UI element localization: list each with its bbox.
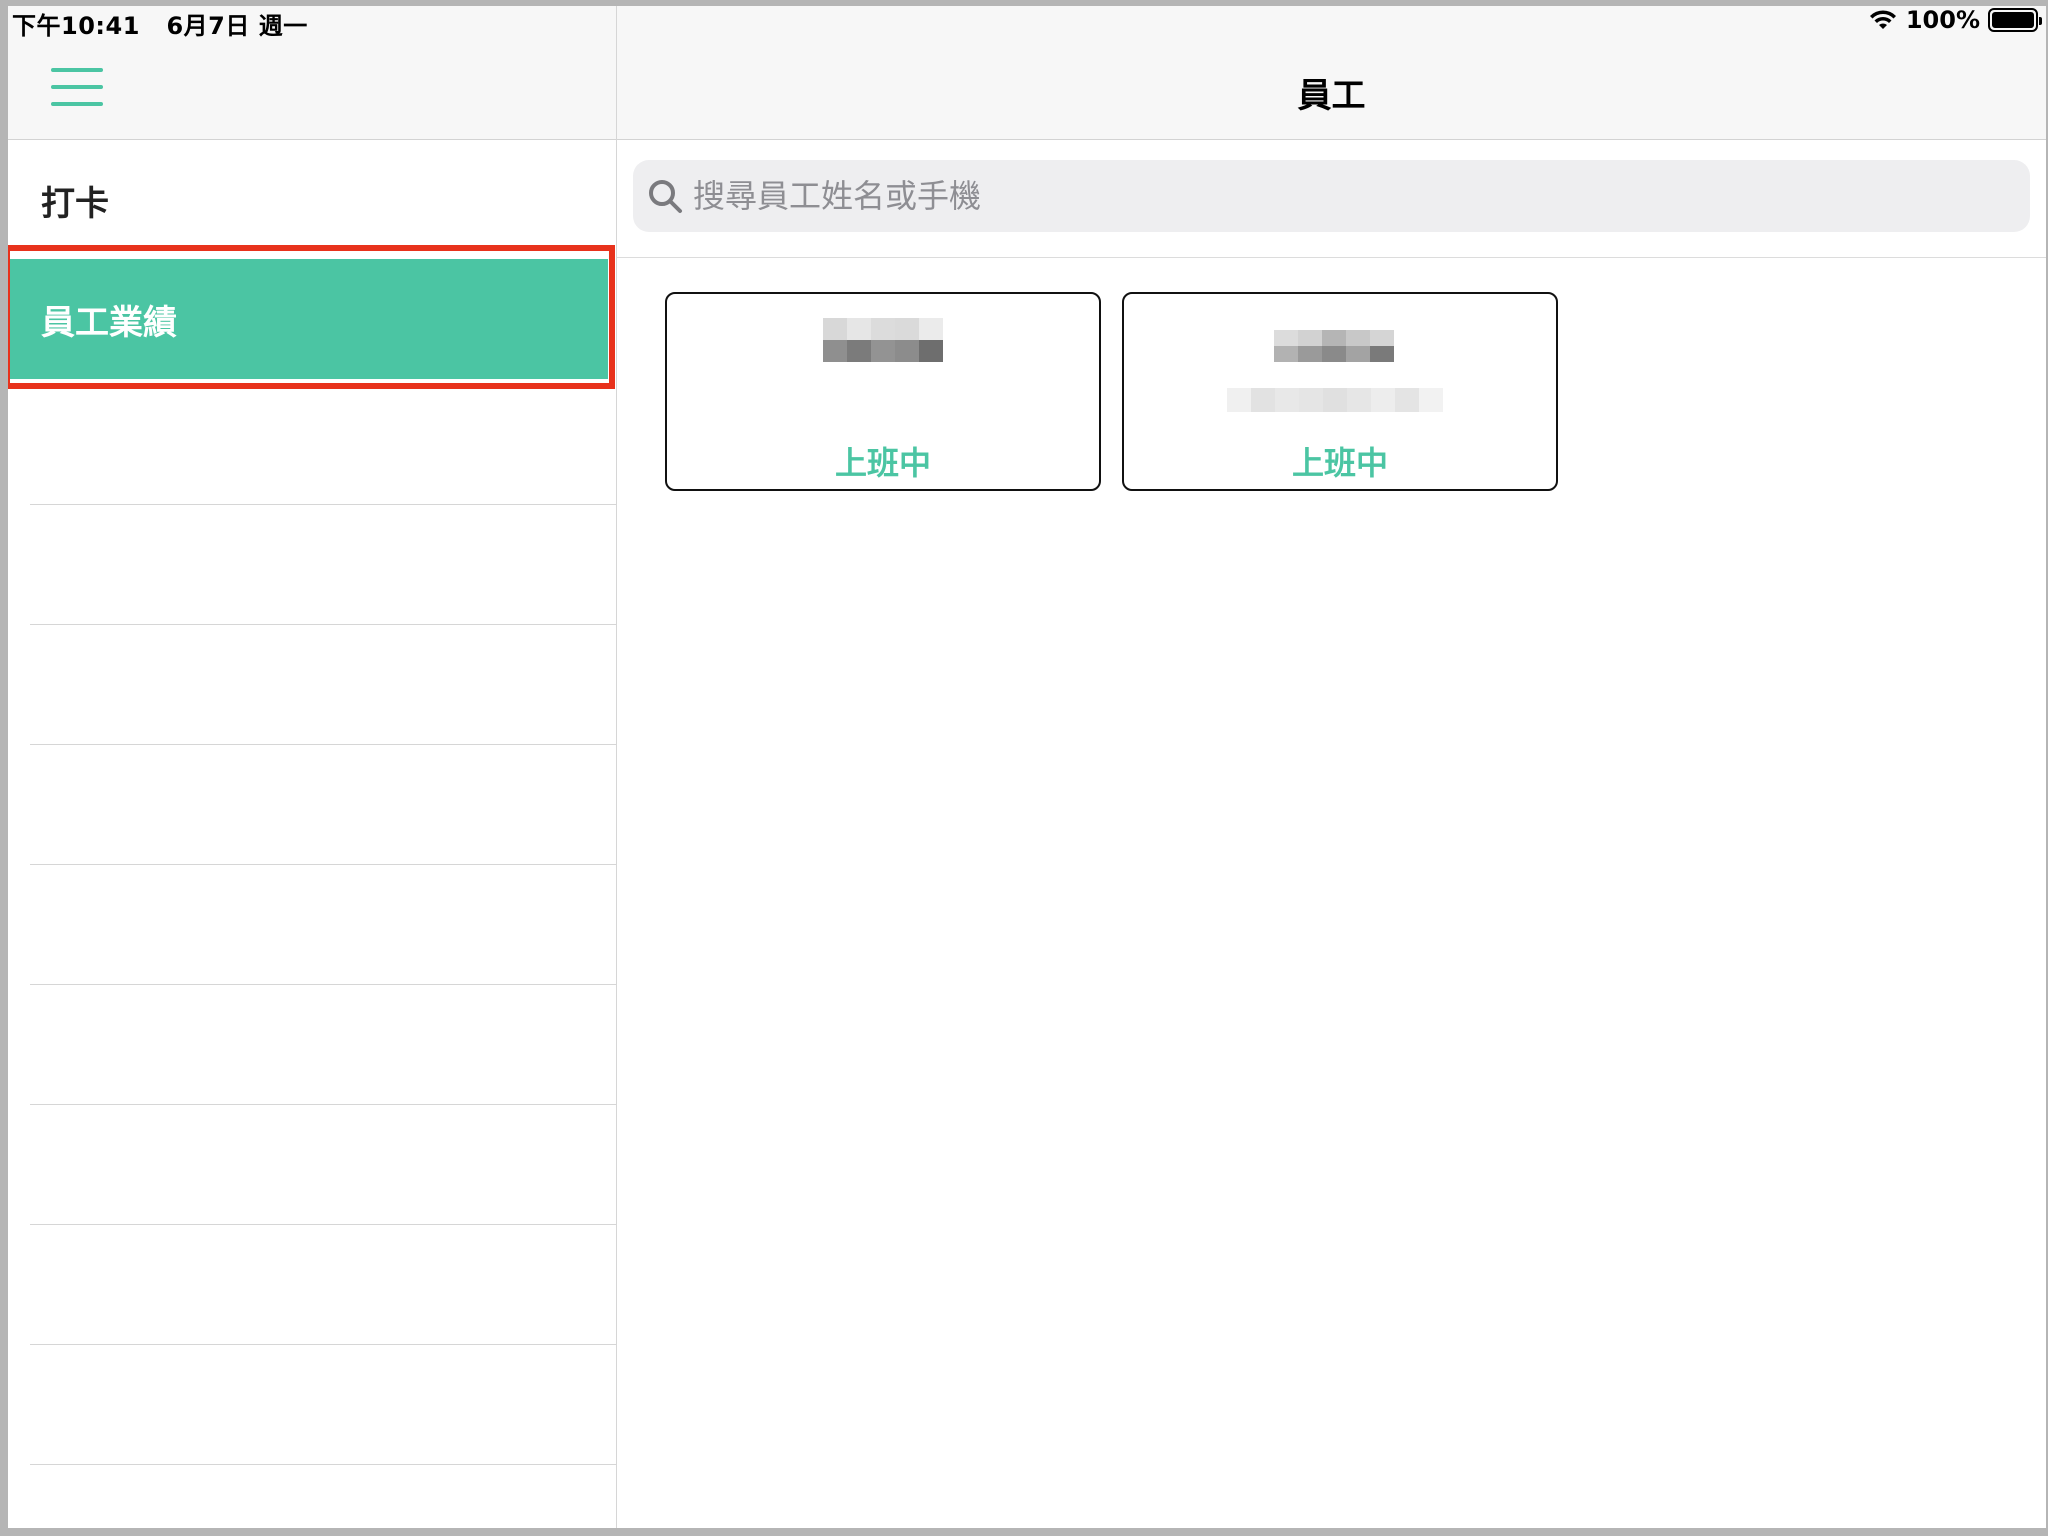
status-time-date: 下午10:41 6月7日 週一: [12, 6, 308, 41]
sidebar-empty-row: [30, 625, 617, 745]
main-panel: 員工 上班中: [617, 6, 2046, 1528]
ipad-screen: 下午10:41 6月7日 週一 100% 打卡 員工業績 員工 搜尋員工姓名或手…: [8, 6, 2046, 1528]
search-area: [617, 140, 2046, 258]
sidebar-empty-row: [30, 865, 617, 985]
sidebar-empty-row: [30, 505, 617, 625]
search-icon: [649, 180, 682, 213]
menu-line: [51, 85, 103, 89]
menu-line: [51, 68, 103, 72]
search-box[interactable]: [633, 160, 2030, 232]
obscured-employee-phone: [1227, 388, 1443, 412]
sidebar: 打卡 員工業績: [8, 6, 617, 1528]
battery-icon: [1988, 8, 2042, 32]
employee-status: 上班中: [1291, 444, 1388, 482]
status-time: 下午10:41: [12, 12, 140, 40]
sidebar-empty-row: [30, 985, 617, 1105]
obscured-employee-name: [823, 318, 943, 362]
battery-level-fill: [1992, 12, 2034, 28]
hamburger-menu-icon[interactable]: [51, 68, 103, 106]
sidebar-empty-row: [30, 745, 617, 865]
employee-card[interactable]: 上班中: [1122, 292, 1558, 491]
search-input[interactable]: [693, 177, 2030, 215]
sidebar-empty-row: [30, 1345, 617, 1465]
wifi-icon: [1869, 10, 1896, 29]
menu-line: [51, 102, 103, 106]
status-date: 6月7日 週一: [166, 12, 308, 40]
battery-percent: 100%: [1905, 6, 1980, 34]
sidebar-item-clock-in[interactable]: 打卡: [8, 140, 617, 260]
sidebar-empty-row: [30, 1105, 617, 1225]
obscured-employee-name: [1274, 330, 1394, 362]
status-indicators: 100%: [1868, 6, 2042, 34]
sidebar-item-employee-performance[interactable]: 員工業績: [8, 259, 608, 379]
sidebar-item-label: 打卡: [41, 183, 109, 224]
sidebar-empty-row: [30, 385, 617, 505]
employee-card[interactable]: 上班中: [665, 292, 1101, 491]
sidebar-item-label: 員工業績: [41, 302, 177, 343]
status-bar: 下午10:41 6月7日 週一 100%: [8, 6, 2046, 40]
page-title: 員工: [1297, 76, 1366, 116]
sidebar-empty-row: [30, 1225, 617, 1345]
employee-status: 上班中: [834, 444, 931, 482]
